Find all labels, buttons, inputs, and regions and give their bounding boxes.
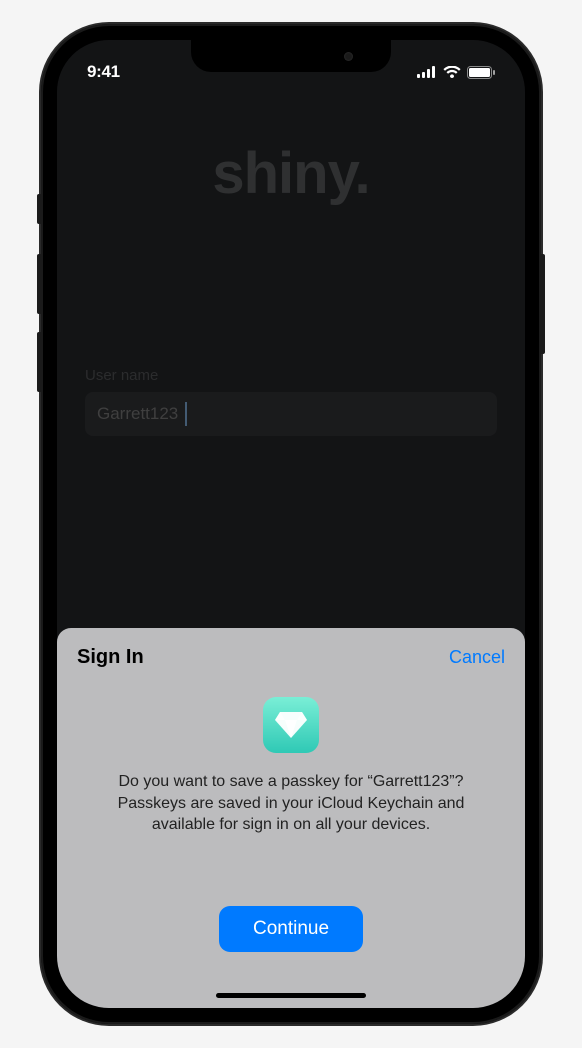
volume-up-button	[37, 254, 41, 314]
app-logo: shiny.	[212, 140, 369, 207]
sheet-title: Sign In	[77, 646, 144, 669]
username-input[interactable]	[85, 392, 497, 436]
phone-side-buttons-left	[37, 194, 41, 410]
phone-frame: 9:41	[41, 24, 541, 1024]
passkey-sheet: Sign In Cancel Do you want to save a pas…	[57, 628, 525, 1008]
home-indicator[interactable]	[216, 993, 366, 998]
wifi-icon	[443, 66, 461, 78]
diamond-icon	[274, 710, 308, 740]
sheet-icon-wrap	[77, 697, 505, 753]
username-label: User name	[85, 367, 497, 384]
cellular-signal-icon	[417, 66, 437, 78]
cancel-button[interactable]: Cancel	[449, 647, 505, 668]
power-button	[541, 254, 545, 354]
status-time: 9:41	[87, 62, 120, 82]
signin-form: User name	[57, 367, 525, 436]
sheet-header: Sign In Cancel	[77, 646, 505, 669]
screen: 9:41	[57, 40, 525, 1008]
battery-icon	[467, 66, 495, 79]
front-camera-icon	[344, 52, 353, 61]
volume-down-button	[37, 332, 41, 392]
notch	[191, 40, 391, 72]
sheet-message: Do you want to save a passkey for “Garre…	[77, 771, 505, 836]
continue-button[interactable]: Continue	[219, 906, 363, 952]
app-icon	[263, 697, 319, 753]
status-icons	[417, 66, 495, 79]
mute-switch	[37, 194, 41, 224]
text-cursor	[185, 402, 187, 426]
